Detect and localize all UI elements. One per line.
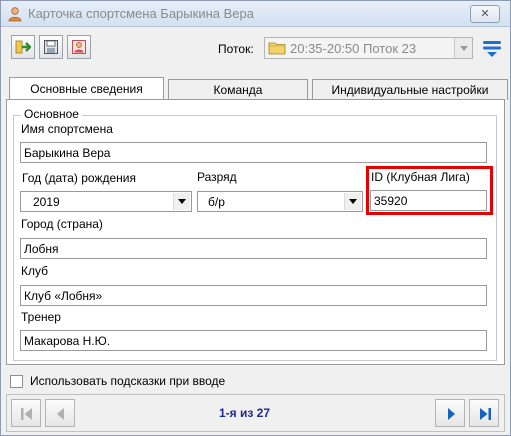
basic-group-legend: Основное [21, 107, 82, 121]
athlete-name-label: Имя спортсмена [21, 122, 113, 136]
rank-value: б/р [208, 195, 225, 209]
prev-record-button[interactable] [45, 399, 75, 427]
exit-button[interactable] [11, 35, 35, 59]
athlete-name-value: Барыкина Вера [24, 146, 111, 160]
first-icon [21, 408, 32, 420]
hints-label[interactable]: Использовать подсказки при вводе [30, 374, 225, 388]
filter-icon[interactable] [480, 37, 504, 59]
chevron-down-icon[interactable] [454, 38, 472, 58]
coach-field[interactable]: Макарова Н.Ю. [20, 330, 487, 351]
last-icon [480, 408, 491, 420]
chevron-down-icon[interactable] [173, 193, 190, 210]
person-card-icon [72, 40, 86, 54]
next-record-button[interactable] [435, 399, 465, 427]
city-label: Город (страна) [21, 217, 103, 231]
person-icon [8, 7, 22, 22]
exit-icon [15, 40, 31, 54]
birth-year-value: 2019 [33, 195, 60, 209]
athlete-card-window: Карточка спортсмена Барыкина Вера ✕ Пото… [0, 0, 511, 436]
flow-select[interactable]: 20:35-20:50 Поток 23 [264, 37, 473, 59]
tab-team-label: Команда [213, 83, 263, 97]
toolbar: Поток: 20:35-20:50 Поток 23 [1, 28, 510, 66]
prev-icon [57, 408, 64, 420]
last-record-button[interactable] [469, 399, 499, 427]
city-value: Лобня [24, 242, 59, 256]
rank-select[interactable]: б/р [197, 191, 363, 212]
close-icon: ✕ [480, 8, 490, 20]
close-button[interactable]: ✕ [470, 5, 500, 23]
save-button[interactable] [39, 35, 63, 59]
main-info-panel: Основное [6, 99, 505, 365]
coach-label: Тренер [21, 310, 61, 324]
club-label: Клуб [21, 264, 48, 278]
rank-label: Разряд [197, 170, 237, 184]
title-bar: Карточка спортсмена Барыкина Вера ✕ [1, 1, 510, 27]
tab-main-info-label: Основные сведения [30, 82, 143, 96]
athlete-name-field[interactable]: Барыкина Вера [20, 142, 487, 163]
save-icon [44, 40, 58, 54]
club-id-value: 35920 [374, 194, 408, 208]
club-id-field[interactable]: 35920 [370, 190, 487, 211]
flow-label: Поток: [218, 42, 254, 56]
person-card-button[interactable] [67, 35, 91, 59]
coach-value: Макарова Н.Ю. [24, 334, 111, 348]
hints-checkbox[interactable] [10, 375, 23, 388]
flow-value: 20:35-20:50 Поток 23 [290, 41, 417, 56]
club-field[interactable]: Клуб «Лобня» [20, 285, 487, 306]
first-record-button[interactable] [11, 399, 41, 427]
birth-year-select[interactable]: 2019 [20, 191, 192, 212]
record-counter: 1-я из 27 [219, 406, 271, 420]
tab-main-info[interactable]: Основные сведения [9, 77, 164, 100]
record-navigator: 1-я из 27 [6, 394, 505, 432]
folder-icon [268, 42, 286, 55]
birth-year-label: Год (дата) рождения [22, 171, 136, 185]
chevron-down-icon[interactable] [344, 193, 361, 210]
city-field[interactable]: Лобня [20, 238, 487, 259]
window-title: Карточка спортсмена Барыкина Вера [28, 6, 254, 21]
club-value: Клуб «Лобня» [24, 289, 103, 303]
club-id-label: ID (Клубная Лига) [371, 170, 470, 184]
tab-team[interactable]: Команда [168, 79, 308, 100]
tab-individual-settings-label: Индивидуальные настройки [331, 83, 489, 97]
tab-individual-settings[interactable]: Индивидуальные настройки [312, 79, 508, 100]
next-icon [448, 408, 455, 420]
